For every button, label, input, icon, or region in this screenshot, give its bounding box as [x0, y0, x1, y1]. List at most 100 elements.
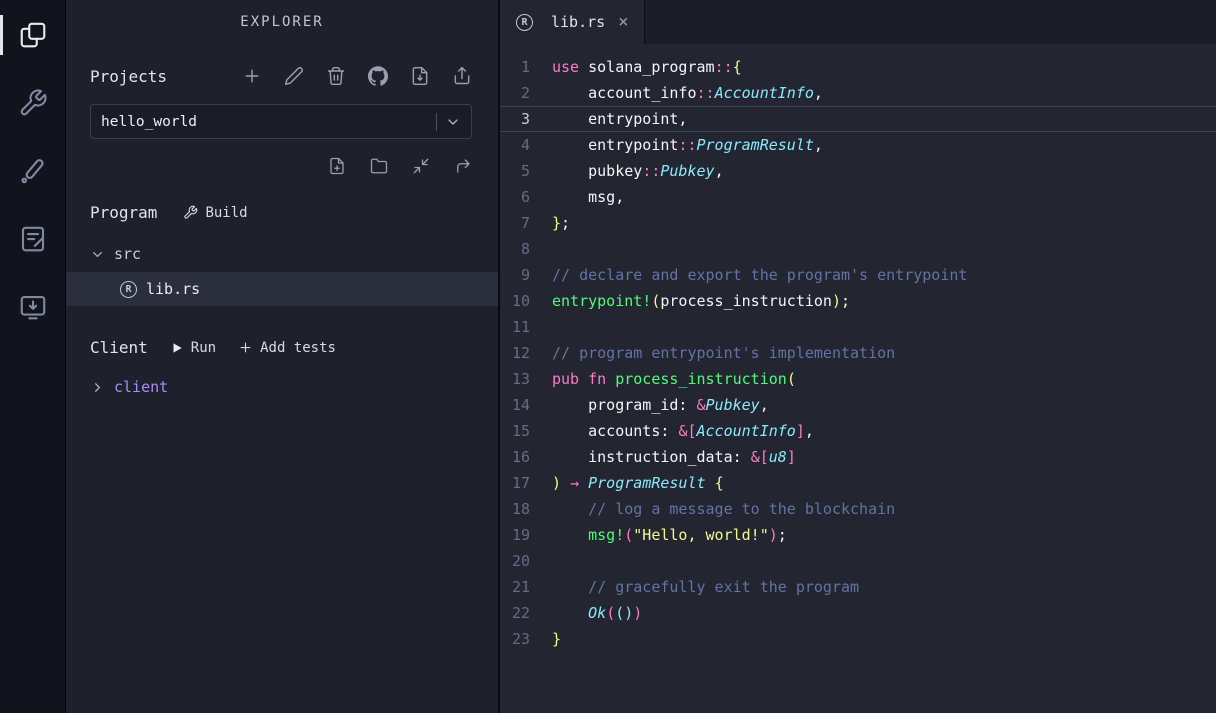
new-file-icon [328, 157, 346, 175]
code-line-21[interactable]: 21 // gracefully exit the program [500, 574, 1216, 600]
line-content: // log a message to the blockchain [552, 496, 1216, 522]
activity-item-explorer[interactable] [0, 12, 65, 58]
add-tests-button[interactable]: Add tests [238, 340, 336, 356]
file-actions-row [90, 157, 472, 175]
code-line-6[interactable]: 6 msg, [500, 184, 1216, 210]
line-number: 11 [500, 314, 552, 340]
chevron-down-icon [90, 247, 105, 262]
tab-close-icon[interactable]: × [618, 14, 628, 31]
file-lib-rs[interactable]: R lib.rs [66, 272, 498, 306]
code-line-20[interactable]: 20 [500, 548, 1216, 574]
code-line-13[interactable]: 13pub fn process_instruction( [500, 366, 1216, 392]
new-folder-button[interactable] [370, 157, 388, 175]
plus-icon [242, 66, 262, 86]
folder-src-label: src [114, 245, 141, 263]
line-number: 8 [500, 236, 552, 262]
code-line-23[interactable]: 23} [500, 626, 1216, 652]
files-icon [18, 20, 48, 50]
code-line-22[interactable]: 22 Ok(()) [500, 600, 1216, 626]
activity-item-tutorials[interactable] [0, 216, 65, 262]
code-line-7[interactable]: 7}; [500, 210, 1216, 236]
new-file-button[interactable] [328, 157, 346, 175]
code-line-15[interactable]: 15 accounts: &[AccountInfo], [500, 418, 1216, 444]
rename-project-button[interactable] [284, 66, 304, 86]
code-line-3[interactable]: 3 entrypoint, [500, 106, 1216, 132]
folder-client[interactable]: client [90, 371, 472, 403]
code-line-14[interactable]: 14 program_id: &Pubkey, [500, 392, 1216, 418]
play-icon [170, 341, 184, 355]
line-number: 19 [500, 522, 552, 548]
import-project-button[interactable] [410, 66, 430, 86]
code-line-2[interactable]: 2 account_info::AccountInfo, [500, 80, 1216, 106]
code-line-18[interactable]: 18 // log a message to the blockchain [500, 496, 1216, 522]
code-line-16[interactable]: 16 instruction_data: &[u8] [500, 444, 1216, 470]
collapse-icon [412, 157, 430, 175]
delete-project-button[interactable] [326, 66, 346, 86]
project-select[interactable]: hello_world [90, 104, 472, 139]
code-line-8[interactable]: 8 [500, 236, 1216, 262]
line-content [552, 236, 1216, 262]
run-button[interactable]: Run [170, 340, 216, 356]
code-line-4[interactable]: 4 entrypoint::ProgramResult, [500, 132, 1216, 158]
github-icon [368, 66, 388, 86]
plus-icon [238, 340, 253, 355]
activity-bar [0, 0, 66, 713]
line-content: Ok(()) [552, 600, 1216, 626]
wrench-icon [18, 88, 48, 118]
line-content: ) → ProgramResult { [552, 470, 1216, 496]
line-content: use solana_program::{ [552, 54, 1216, 80]
projects-label: Projects [90, 67, 167, 86]
line-number: 7 [500, 210, 552, 236]
new-project-button[interactable] [242, 66, 262, 86]
line-content: } [552, 626, 1216, 652]
folder-src[interactable]: src [90, 238, 472, 270]
line-content: // declare and export the program's entr… [552, 262, 1216, 288]
line-content: entrypoint!(process_instruction); [552, 288, 1216, 314]
activity-item-build-tools[interactable] [0, 80, 65, 126]
code-line-5[interactable]: 5 pubkey::Pubkey, [500, 158, 1216, 184]
tab-label: lib.rs [551, 13, 605, 31]
solana-playground-window: EXPLORER Projects [0, 0, 1216, 713]
line-number: 12 [500, 340, 552, 366]
program-label: Program [90, 203, 157, 222]
code-line-9[interactable]: 9// declare and export the program's ent… [500, 262, 1216, 288]
github-button[interactable] [368, 66, 388, 86]
new-folder-icon [370, 157, 388, 175]
folder-client-label: client [114, 378, 168, 396]
tab-lib-rs[interactable]: R lib.rs × [500, 0, 645, 44]
line-number: 10 [500, 288, 552, 314]
rust-icon: R [516, 14, 533, 31]
explorer-title: EXPLORER [240, 14, 323, 30]
code-lines: 1use solana_program::{2 account_info::Ac… [500, 54, 1216, 652]
test-tube-icon [18, 156, 48, 186]
line-number: 20 [500, 548, 552, 574]
activity-item-test[interactable] [0, 148, 65, 194]
export-icon [452, 66, 472, 86]
explorer-panel: EXPLORER Projects [66, 0, 500, 713]
share-arrow-icon [454, 157, 472, 175]
code-editor[interactable]: 1use solana_program::{2 account_info::Ac… [500, 44, 1216, 713]
line-number: 3 [500, 106, 552, 132]
explorer-header: EXPLORER [66, 0, 498, 44]
code-line-19[interactable]: 19 msg!("Hello, world!"); [500, 522, 1216, 548]
code-line-1[interactable]: 1use solana_program::{ [500, 54, 1216, 80]
code-line-11[interactable]: 11 [500, 314, 1216, 340]
rust-icon: R [120, 281, 137, 298]
code-line-12[interactable]: 12// program entrypoint's implementation [500, 340, 1216, 366]
program-download-icon [18, 292, 48, 322]
line-content: pub fn process_instruction( [552, 366, 1216, 392]
line-number: 15 [500, 418, 552, 444]
export-project-button[interactable] [452, 66, 472, 86]
pencil-icon [284, 66, 304, 86]
line-number: 22 [500, 600, 552, 626]
build-button[interactable]: Build [183, 205, 247, 221]
chevron-right-icon [90, 380, 105, 395]
activity-item-programs[interactable] [0, 284, 65, 330]
code-line-17[interactable]: 17) → ProgramResult { [500, 470, 1216, 496]
code-line-10[interactable]: 10entrypoint!(process_instruction); [500, 288, 1216, 314]
share-button[interactable] [454, 157, 472, 175]
collapse-folders-button[interactable] [412, 157, 430, 175]
line-content [552, 548, 1216, 574]
trash-icon [326, 66, 346, 86]
line-content: entrypoint, [552, 106, 1216, 132]
